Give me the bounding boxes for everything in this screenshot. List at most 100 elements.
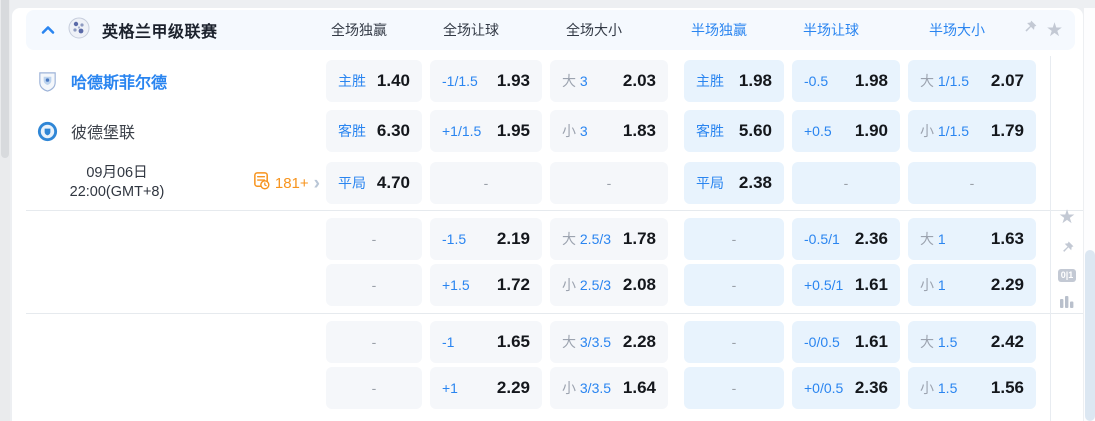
- markets-stats-icon: [252, 171, 271, 195]
- odds-value: 2.36: [855, 378, 888, 398]
- handicap-line: -0.5: [804, 73, 828, 89]
- left-scrollbar-thumb[interactable]: [1, 0, 9, 158]
- odds-value: 2.03: [623, 71, 656, 91]
- odds-cell[interactable]: -11.65: [430, 321, 542, 363]
- more-markets-link[interactable]: 181+ ›: [252, 171, 320, 195]
- league-header-left: 英格兰甲级联赛: [26, 16, 311, 45]
- odds-value: 2.29: [497, 378, 530, 398]
- odds-value: 1.98: [855, 71, 888, 91]
- left-scrollbar[interactable]: [0, 0, 10, 421]
- column-header-fulltime-overunder: 全场大小: [535, 20, 653, 40]
- away-team[interactable]: 彼德堡联: [26, 119, 326, 143]
- odds-value: 4.70: [377, 173, 410, 193]
- overunder-line: 小 3/3.5: [562, 378, 611, 398]
- alt-lines-section-1: - -1.52.19 大 2.5/3 1.78 - -0.5/12.36大 11.63 -…: [26, 211, 1083, 313]
- home-odds-row: 主胜1.40-1/1.51.93 大 3 2.03 主胜1.98 -0.5 1.98 大 1…: [326, 60, 1036, 102]
- home-team-row: 哈德斯菲尔德 主胜1.40-1/1.51.93大 32.03主胜1.98-0.5…: [26, 56, 1083, 106]
- odds-cell-empty: -: [550, 162, 668, 204]
- pin-icon[interactable]: [1021, 19, 1038, 41]
- odds-cell[interactable]: +0.5/11.61: [792, 264, 900, 306]
- match-datetime: 09月06日 22:00(GMT+8): [28, 164, 206, 202]
- odds-cell[interactable]: 小 12.29: [908, 264, 1036, 306]
- odds-value: 1.93: [497, 71, 530, 91]
- right-scrollbar-thumb[interactable]: [1085, 250, 1095, 421]
- odds-cell[interactable]: 大 1/1.52.07: [908, 60, 1036, 102]
- handicap-line: +0/0.5: [804, 380, 843, 396]
- odds-cell[interactable]: 大 2.5/3 1.78: [550, 218, 668, 260]
- odds-value: 2.07: [991, 71, 1024, 91]
- odds-value: 1.72: [497, 275, 530, 295]
- odds-cell[interactable]: -0.5 1.98: [792, 60, 900, 102]
- odds-cell[interactable]: +12.29: [430, 367, 542, 409]
- odds-cell[interactable]: +0/0.5 2.36: [792, 367, 900, 409]
- away-team-name[interactable]: 彼德堡联: [71, 119, 135, 143]
- alt-odds-row: --11.65大 3/3.52.28--0/0.51.61大 1.52.42: [326, 321, 1036, 363]
- home-team[interactable]: 哈德斯菲尔德: [26, 69, 326, 93]
- odds-label: 客胜: [338, 121, 366, 141]
- odds-cell[interactable]: 大 11.63: [908, 218, 1036, 260]
- odds-cell[interactable]: 大 1.52.42: [908, 321, 1036, 363]
- odds-cell-empty: -: [684, 264, 784, 306]
- empty-odds-dash: -: [920, 175, 1024, 191]
- odds-cell[interactable]: 小 1.51.56: [908, 367, 1036, 409]
- empty-odds-dash: -: [696, 277, 772, 293]
- odds-cell[interactable]: 小 3/3.51.64: [550, 367, 668, 409]
- odds-cell[interactable]: +1/1.51.95: [430, 110, 542, 152]
- alt-odds-row: --1.52.19大 2.5/31.78--0.5/12.36大 11.63: [326, 218, 1036, 260]
- odds-value: 1.56: [991, 378, 1024, 398]
- overunder-line: 大 2.5/3: [562, 229, 611, 249]
- odds-value: 2.28: [623, 332, 656, 352]
- away-team-row: 彼德堡联 客胜6.30+1/1.51.95小 31.83 客胜 5.60 +0.51.…: [26, 106, 1083, 156]
- odds-value: 1.61: [855, 275, 888, 295]
- odds-cell[interactable]: -0.5/12.36: [792, 218, 900, 260]
- empty-odds-dash: -: [562, 175, 656, 191]
- odds-cell[interactable]: 小 1/1.51.79: [908, 110, 1036, 152]
- odds-cell[interactable]: 平局2.38: [684, 162, 784, 204]
- odds-cell[interactable]: 客胜6.30: [326, 110, 422, 152]
- empty-odds-dash: -: [338, 277, 410, 293]
- odds-cell[interactable]: 主胜1.40: [326, 60, 422, 102]
- odds-value: 2.38: [739, 173, 772, 193]
- match-date: 09月06日: [28, 164, 206, 183]
- odds-value: 1.98: [739, 71, 772, 91]
- handicap-line: +1/1.5: [442, 123, 481, 139]
- odds-cell[interactable]: -1/1.51.93: [430, 60, 542, 102]
- odds-label: 客胜: [696, 121, 724, 141]
- overunder-line: 小 3: [562, 121, 588, 141]
- odds-cell[interactable]: +0.51.90: [792, 110, 900, 152]
- pin-icon[interactable]: [1059, 240, 1075, 256]
- handicap-line: -1.5: [442, 231, 466, 247]
- alt-row: --1.52.19大 2.5/31.78--0.5/12.36大 11.63: [26, 216, 1083, 262]
- column-headers: 全场独赢 全场让球 全场大小 半场独赢 半场让球 半场大小: [311, 20, 1021, 40]
- odds-cell[interactable]: 大 3/3.52.28: [550, 321, 668, 363]
- empty-odds-dash: -: [338, 380, 410, 396]
- overunder-line: 大 1: [920, 229, 946, 249]
- alt-odds-row: - +1.51.72小 2.5/32.08 - +0.5/11.61小 12.29: [326, 264, 1036, 306]
- bar-chart-icon[interactable]: [1059, 295, 1075, 309]
- odds-value: 5.60: [739, 121, 772, 141]
- odds-cell[interactable]: 小 31.83: [550, 110, 668, 152]
- odds-cell[interactable]: 平局4.70: [326, 162, 422, 204]
- odds-cell[interactable]: 大 3 2.03: [550, 60, 668, 102]
- odds-cell[interactable]: -1.52.19: [430, 218, 542, 260]
- odds-format-01-icon[interactable]: 0|1: [1058, 269, 1077, 282]
- odds-cell[interactable]: +1.51.72: [430, 264, 542, 306]
- overunder-line: 大 3: [562, 71, 588, 91]
- handicap-line: -0/0.5: [804, 334, 840, 350]
- alt-odds-row: -+12.29小 3/3.51.64-+0/0.52.36小 1.51.56: [326, 367, 1036, 409]
- odds-cell[interactable]: -0/0.51.61: [792, 321, 900, 363]
- odds-value: 1.65: [497, 332, 530, 352]
- odds-value: 1.90: [855, 121, 888, 141]
- favorite-star-icon[interactable]: ★: [1058, 208, 1075, 227]
- odds-value: 1.78: [623, 229, 656, 249]
- odds-cell[interactable]: 小 2.5/32.08: [550, 264, 668, 306]
- odds-cell-empty: -: [684, 321, 784, 363]
- star-icon[interactable]: ★: [1046, 21, 1063, 40]
- odds-cell[interactable]: 主胜1.98: [684, 60, 784, 102]
- collapse-chevron-up-icon[interactable]: [40, 22, 56, 38]
- column-header-fulltime-1x2: 全场独赢: [311, 20, 407, 40]
- home-team-name[interactable]: 哈德斯菲尔德: [71, 69, 167, 93]
- empty-odds-dash: -: [338, 334, 410, 350]
- markets-count[interactable]: 181+: [275, 175, 309, 192]
- odds-cell[interactable]: 客胜 5.60: [684, 110, 784, 152]
